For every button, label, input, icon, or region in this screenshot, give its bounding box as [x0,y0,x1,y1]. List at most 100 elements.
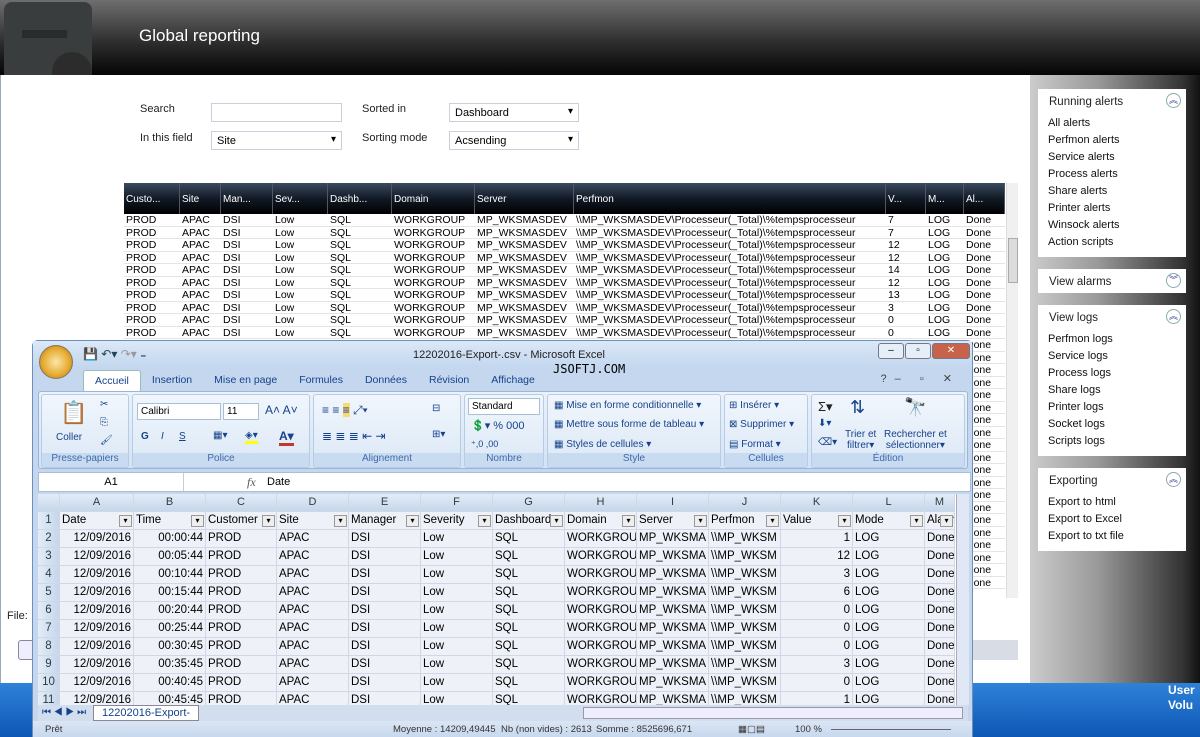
format-button[interactable]: ▤ Format ▾ [729,439,781,450]
sidebar-link[interactable]: Socket logs [1038,418,1186,435]
maximize-button[interactable]: ▫ [905,343,931,359]
filter-dropdown-icon[interactable]: ▾ [940,515,953,527]
header-cell[interactable]: Mode ▾ [853,512,925,530]
sidebar-link[interactable]: Perfmon logs [1038,333,1186,350]
collapse-icon[interactable]: ︽ [1166,472,1181,487]
cell[interactable]: 0 [781,638,853,656]
header-cell[interactable]: Severity ▾ [421,512,493,530]
table-row[interactable]: PROD APAC DSI Low SQL WORKGROUP MP_WKSMASDEV \\… [124,327,1005,339]
sidebar-link[interactable]: Service logs [1038,350,1186,367]
column-letter[interactable]: K [781,494,853,512]
cell[interactable]: DSI [349,638,421,656]
table-row[interactable]: PROD APAC DSI Low SQL WORKGROUP MP_WKSMASDEV \\… [124,314,1005,327]
cell[interactable]: SQL [493,566,565,584]
header-cell[interactable]: Server ▾ [637,512,709,530]
column-header[interactable]: Site [180,183,221,214]
header-cell[interactable]: Manager ▾ [349,512,421,530]
cell[interactable]: WORKGROUP [565,584,637,602]
sidebar-link[interactable]: Printer logs [1038,401,1186,418]
row-number[interactable]: 6 [38,602,60,620]
cell[interactable]: MP_WKSMA [637,620,709,638]
ribbon-tab[interactable]: Insertion [141,370,203,391]
cell[interactable]: 0 [781,674,853,692]
merge-icon[interactable]: ⊞▾ [432,429,445,440]
wrap-text-icon[interactable]: ⊟ [432,403,440,414]
cell[interactable]: SQL [493,638,565,656]
horizontal-align-icons[interactable]: ≣ ≣ ≣ ⇤ ⇥ [322,429,386,443]
cell[interactable]: \\MP_WKSM [709,584,781,602]
cell[interactable]: LOG [853,530,925,548]
sorting-mode-select[interactable]: Acsending [449,131,579,150]
filter-dropdown-icon[interactable]: ▾ [694,515,707,527]
data-row[interactable]: 3 12/09/2016 00:05:44 PROD APAC DSI Low SQL WORK… [38,548,956,566]
cell[interactable]: Done [925,620,955,638]
cell[interactable]: Done [925,602,955,620]
cell[interactable]: DSI [349,692,421,705]
cell[interactable]: WORKGROUP [565,656,637,674]
restore-icon[interactable]: – ▫ ✕ [895,373,960,385]
ribbon-tab[interactable]: Affichage [480,370,546,391]
ribbon-tab[interactable]: Mise en page [203,370,288,391]
minimize-button[interactable]: – [878,343,904,359]
horizontal-scrollbar[interactable] [583,707,963,719]
find-icon[interactable]: 🔭 [904,397,926,418]
cell[interactable]: APAC [277,674,349,692]
filter-dropdown-icon[interactable]: ▾ [262,515,275,527]
underline-button[interactable]: S [179,431,186,442]
header-cell[interactable]: Alarm▾ [925,512,955,530]
column-letter[interactable]: G [493,494,565,512]
header-cell[interactable]: Domain ▾ [565,512,637,530]
spreadsheet-grid[interactable]: A B C D E F G H I J K L M 1 Date ▾ Time ▾ Customer ▾ Site ▾ Ma… [38,494,956,705]
help-icon[interactable]: ? [881,373,895,385]
close-button[interactable]: ✕ [932,343,970,359]
cell[interactable]: \\MP_WKSM [709,548,781,566]
cell[interactable]: DSI [349,674,421,692]
table-row[interactable]: PROD APAC DSI Low SQL WORKGROUP MP_WKSMASDEV \\… [124,277,1005,289]
cell[interactable]: MP_WKSMA [637,674,709,692]
cell[interactable]: PROD [206,692,277,705]
cell[interactable]: Low [421,530,493,548]
cell[interactable]: Done [925,566,955,584]
sidebar-panel-header[interactable]: Running alerts ︽ [1038,89,1186,113]
save-icon[interactable]: 💾 [83,347,98,361]
cell[interactable]: PROD [206,584,277,602]
cell[interactable]: 00:20:44 [134,602,206,620]
italic-button[interactable]: I [161,431,164,442]
cell[interactable]: SQL [493,692,565,705]
collapse-icon[interactable]: ︽ [1166,309,1181,324]
cell[interactable]: 1 [781,530,853,548]
column-header[interactable]: Man... [221,183,273,214]
cell[interactable]: 0 [781,602,853,620]
cell[interactable]: Low [421,656,493,674]
cut-icon[interactable]: ✂ [100,399,108,410]
sidebar-link[interactable]: Share logs [1038,384,1186,401]
data-row[interactable]: 11 12/09/2016 00:45:45 PROD APAC DSI Low SQL WOR… [38,692,956,705]
cell[interactable]: DSI [349,602,421,620]
help-window-controls[interactable]: ?– ▫ ✕ [881,372,960,385]
cell[interactable]: PROD [206,656,277,674]
cell[interactable]: MP_WKSMA [637,530,709,548]
sidebar-panel-header[interactable]: View logs ︽ [1038,305,1186,329]
filter-dropdown-icon[interactable]: ▾ [119,515,132,527]
data-row[interactable]: 10 12/09/2016 00:40:45 PROD APAC DSI Low SQL WOR… [38,674,956,692]
paste-icon[interactable]: 📋 [60,400,87,426]
search-input[interactable] [211,103,342,122]
copy-icon[interactable]: ⎘ [100,417,108,428]
cell[interactable]: DSI [349,620,421,638]
find-select-button[interactable]: Rechercher et sélectionner▾ [884,429,947,451]
cell[interactable]: Low [421,602,493,620]
cell[interactable]: WORKGROUP [565,638,637,656]
clear-icon[interactable]: ⌫▾ [818,437,837,448]
select-all-corner[interactable] [38,494,60,512]
data-row[interactable]: 9 12/09/2016 00:35:45 PROD APAC DSI Low SQL WORK… [38,656,956,674]
cell[interactable]: LOG [853,566,925,584]
cell[interactable]: WORKGROUP [565,620,637,638]
column-header[interactable]: Perfmon [574,183,886,214]
cell[interactable]: APAC [277,584,349,602]
cell[interactable]: SQL [493,656,565,674]
cell[interactable]: Low [421,566,493,584]
cell[interactable]: 00:40:45 [134,674,206,692]
column-letter[interactable]: B [134,494,206,512]
header-cell[interactable]: Date ▾ [60,512,134,530]
cell[interactable]: APAC [277,656,349,674]
